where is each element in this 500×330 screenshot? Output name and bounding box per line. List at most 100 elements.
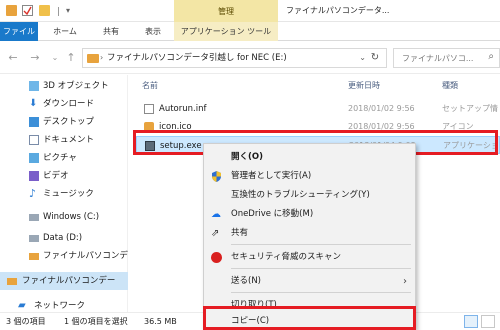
menu-item-label: セキュリティ脅威のスキャン — [231, 252, 341, 262]
security-scan-icon — [211, 252, 222, 263]
drive-icon — [29, 235, 39, 242]
nav-item-desktop[interactable]: デスクトップ — [0, 113, 128, 131]
menu-item-label: OneDrive に移動(M) — [231, 209, 314, 219]
nav-item-label: Windows (C:) — [43, 212, 100, 222]
explorer-window: ▾ 管理 ファイナルパソコンデータ... ファイル ホーム 共有 表示 アプリケ… — [0, 0, 500, 330]
chevron-right-icon: › — [403, 276, 407, 287]
customize-quick-access-icon[interactable]: ▾ — [66, 5, 77, 16]
nav-item-data-d[interactable]: Data (D:) — [0, 229, 128, 247]
network-icon: ▰ — [18, 300, 26, 311]
file-name: icon.ico — [159, 122, 192, 132]
breadcrumb[interactable]: ファイナルパソコンデータ引越し for NEC (E:) — [107, 49, 287, 67]
menu-item-copy[interactable]: コピー(C) — [204, 312, 415, 330]
column-header-type[interactable]: 種類 — [442, 80, 458, 91]
item-count: 3 個の項目 — [6, 317, 46, 326]
column-header-name[interactable]: 名前 — [142, 80, 158, 91]
search-icon[interactable]: ⌕ — [488, 51, 494, 62]
forward-arrow-icon[interactable]: → — [28, 51, 42, 65]
ribbon-tabs: ファイル ホーム 共有 表示 アプリケーション ツール — [0, 22, 500, 41]
cube-icon — [29, 81, 39, 91]
address-dropdown-icon[interactable]: ⌄ — [359, 49, 366, 67]
nav-item-final-pc-selected[interactable]: ファイナルパソコンデー — [0, 272, 128, 290]
file-name: Autorun.inf — [159, 104, 207, 114]
nav-item-videos[interactable]: ビデオ — [0, 167, 128, 185]
menu-item-label: コピー(C) — [231, 316, 270, 326]
icon-file-icon — [144, 122, 154, 132]
recent-locations-icon[interactable]: ⌄ — [48, 51, 62, 65]
download-arrow-icon: ⬇ — [29, 98, 38, 109]
large-icons-view-icon[interactable] — [481, 315, 495, 328]
menu-item-send-to[interactable]: 送る(N) › — [204, 272, 415, 291]
menu-item-onedrive[interactable]: ☁ OneDrive に移動(M) — [204, 205, 415, 224]
file-date: 2018/01/02 9:56 — [348, 122, 415, 131]
nav-item-label: ファイナルパソコンデ — [43, 251, 128, 261]
menu-item-label: 共有 — [231, 228, 249, 238]
menu-separator — [231, 244, 411, 245]
search-input[interactable] — [402, 49, 482, 67]
nav-item-3d-objects[interactable]: 3D オブジェクト — [0, 77, 128, 95]
details-view-icon[interactable] — [464, 315, 478, 328]
tab-file[interactable]: ファイル — [0, 22, 38, 41]
up-arrow-icon[interactable]: ↑ — [64, 51, 78, 65]
title-bar: ▾ 管理 ファイナルパソコンデータ... — [0, 0, 500, 22]
menu-separator — [231, 292, 411, 293]
properties-icon[interactable] — [22, 5, 33, 16]
nav-item-documents[interactable]: ドキュメント — [0, 131, 128, 149]
menu-item-label: 開く(O) — [231, 152, 263, 162]
nav-item-label: ダウンロード — [43, 99, 95, 109]
folder-icon[interactable] — [6, 5, 17, 16]
nav-item-downloads[interactable]: ⬇ ダウンロード — [0, 95, 128, 113]
column-header-date[interactable]: 更新日時 — [348, 80, 380, 91]
share-icon: ⇗ — [211, 228, 220, 239]
drive-icon — [29, 214, 39, 221]
nav-item-label: 3D オブジェクト — [43, 81, 109, 91]
application-icon — [145, 141, 155, 151]
context-menu: 開く(O) 管理者として実行(A) 互換性のトラブルシューティング(Y) ☁ O… — [203, 143, 416, 330]
nav-item-label: Data (D:) — [43, 233, 83, 243]
selection-count: 1 個の項目を選択 — [64, 317, 128, 326]
breadcrumb-chevron-icon[interactable]: › — [100, 49, 103, 67]
nav-item-music[interactable]: ♪ ミュージック — [0, 185, 128, 203]
menu-separator — [231, 268, 411, 269]
menu-item-label: 互換性のトラブルシューティング(Y) — [231, 190, 370, 200]
back-arrow-icon[interactable]: ← — [6, 51, 20, 65]
nav-item-label: ビデオ — [43, 171, 69, 181]
selection-size: 36.5 MB — [144, 317, 177, 326]
file-date: 2018/01/02 9:56 — [348, 104, 415, 113]
file-row[interactable]: icon.ico 2018/01/02 9:56 アイコン — [136, 118, 500, 136]
menu-item-security-scan[interactable]: セキュリティ脅威のスキャン — [204, 248, 415, 267]
nav-item-label: ファイナルパソコンデー — [22, 276, 116, 286]
refresh-icon[interactable]: ↻ — [368, 51, 382, 65]
quick-access-separator-icon — [55, 7, 63, 16]
file-type: セットアップ情 — [442, 104, 498, 113]
nav-item-windows-c[interactable]: Windows (C:) — [0, 208, 128, 226]
nav-item-label: ドキュメント — [43, 135, 95, 145]
window-title: ファイナルパソコンデータ... — [286, 6, 390, 15]
new-folder-icon[interactable] — [39, 5, 50, 16]
menu-item-label: 管理者として実行(A) — [231, 171, 312, 181]
menu-item-run-as-admin[interactable]: 管理者として実行(A) — [204, 167, 415, 186]
menu-item-compatibility[interactable]: 互換性のトラブルシューティング(Y) — [204, 186, 415, 205]
picture-icon — [29, 153, 39, 163]
shield-icon — [211, 171, 222, 182]
video-icon — [29, 171, 39, 181]
file-row[interactable]: Autorun.inf 2018/01/02 9:56 セットアップ情 — [136, 100, 500, 118]
nav-item-label: ピクチャ — [43, 153, 77, 163]
desktop-icon — [29, 117, 39, 127]
nav-item-label: デスクトップ — [43, 117, 95, 127]
manage-context-tab[interactable]: 管理 — [174, 0, 278, 22]
address-bar[interactable]: › ファイナルパソコンデータ引越し for NEC (E:) ⌄ ↻ — [82, 48, 387, 68]
drive-icon — [87, 54, 99, 63]
tab-application-tools[interactable]: アプリケーション ツール — [174, 22, 278, 41]
document-icon — [29, 135, 39, 145]
tab-home[interactable]: ホーム — [46, 22, 84, 41]
search-box[interactable]: ⌕ — [393, 48, 500, 68]
tab-view[interactable]: 表示 — [138, 22, 168, 41]
menu-item-open[interactable]: 開く(O) — [204, 148, 415, 167]
file-type: アイコン — [442, 122, 474, 131]
nav-item-final-pc-drive[interactable]: ファイナルパソコンデ — [0, 247, 128, 265]
nav-item-pictures[interactable]: ピクチャ — [0, 149, 128, 167]
menu-item-share[interactable]: ⇗ 共有 — [204, 224, 415, 243]
tab-share[interactable]: 共有 — [92, 22, 130, 41]
cloud-icon: ☁ — [211, 209, 221, 220]
